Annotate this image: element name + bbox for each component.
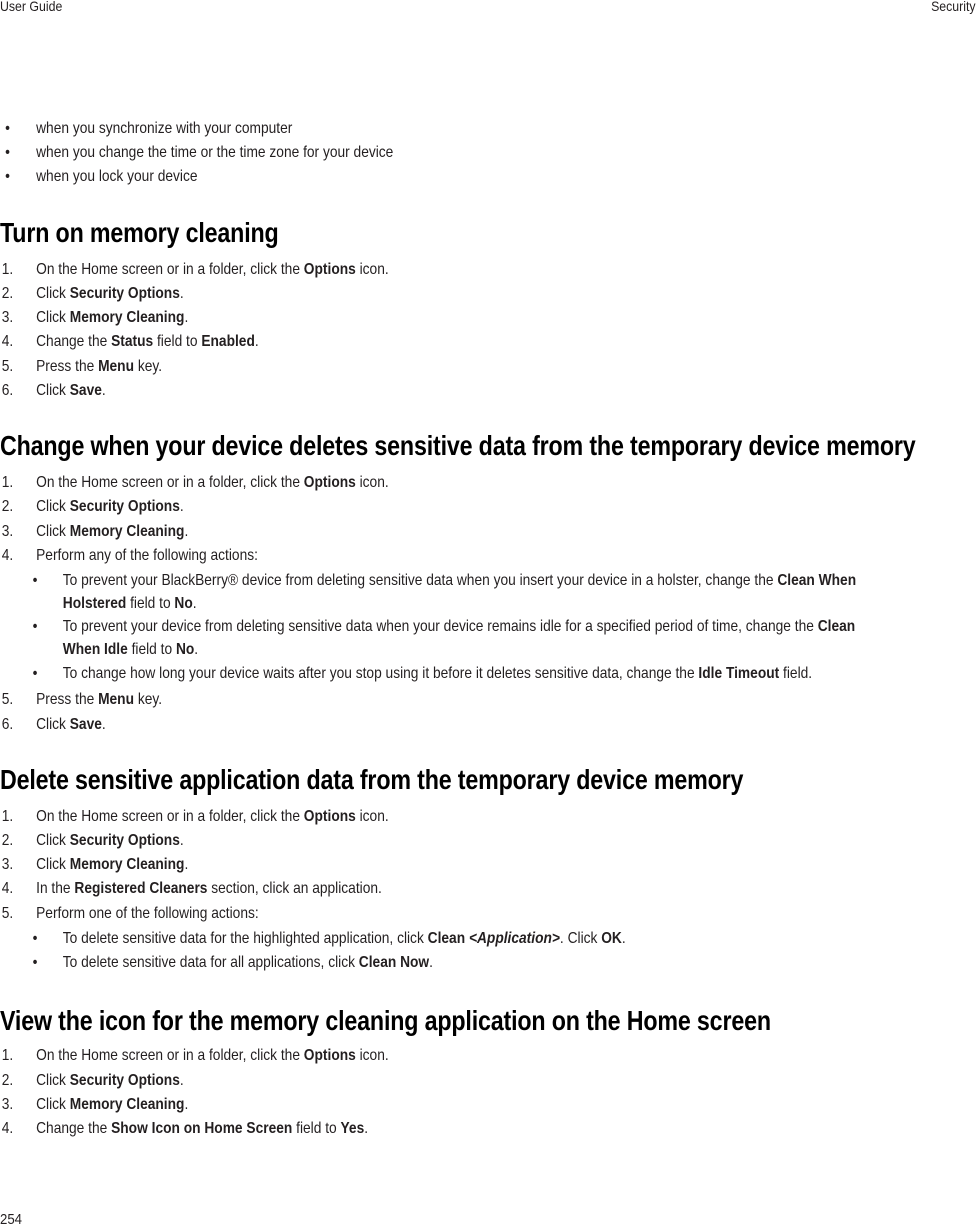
bullet-icon: •: [32, 572, 38, 589]
section-heading: Change when your device deletes sensitiv…: [0, 430, 916, 461]
bullet-icon: •: [32, 930, 38, 947]
bullet-icon: •: [32, 618, 38, 635]
bullet-icon: •: [32, 665, 38, 682]
bullet-icon: •: [5, 144, 10, 161]
bullet-icon: •: [32, 954, 38, 971]
section-heading: Turn on memory cleaning: [0, 217, 279, 248]
section-heading: View the icon for the memory cleaning ap…: [0, 1005, 771, 1036]
section-heading: Delete sensitive application data from t…: [0, 764, 744, 795]
bullet-icon: •: [5, 168, 10, 185]
header-section-title: Security: [931, 0, 976, 14]
header-guide-title: User Guide: [0, 0, 63, 14]
bullet-icon: •: [5, 120, 10, 137]
page-number: 254: [0, 1211, 23, 1228]
